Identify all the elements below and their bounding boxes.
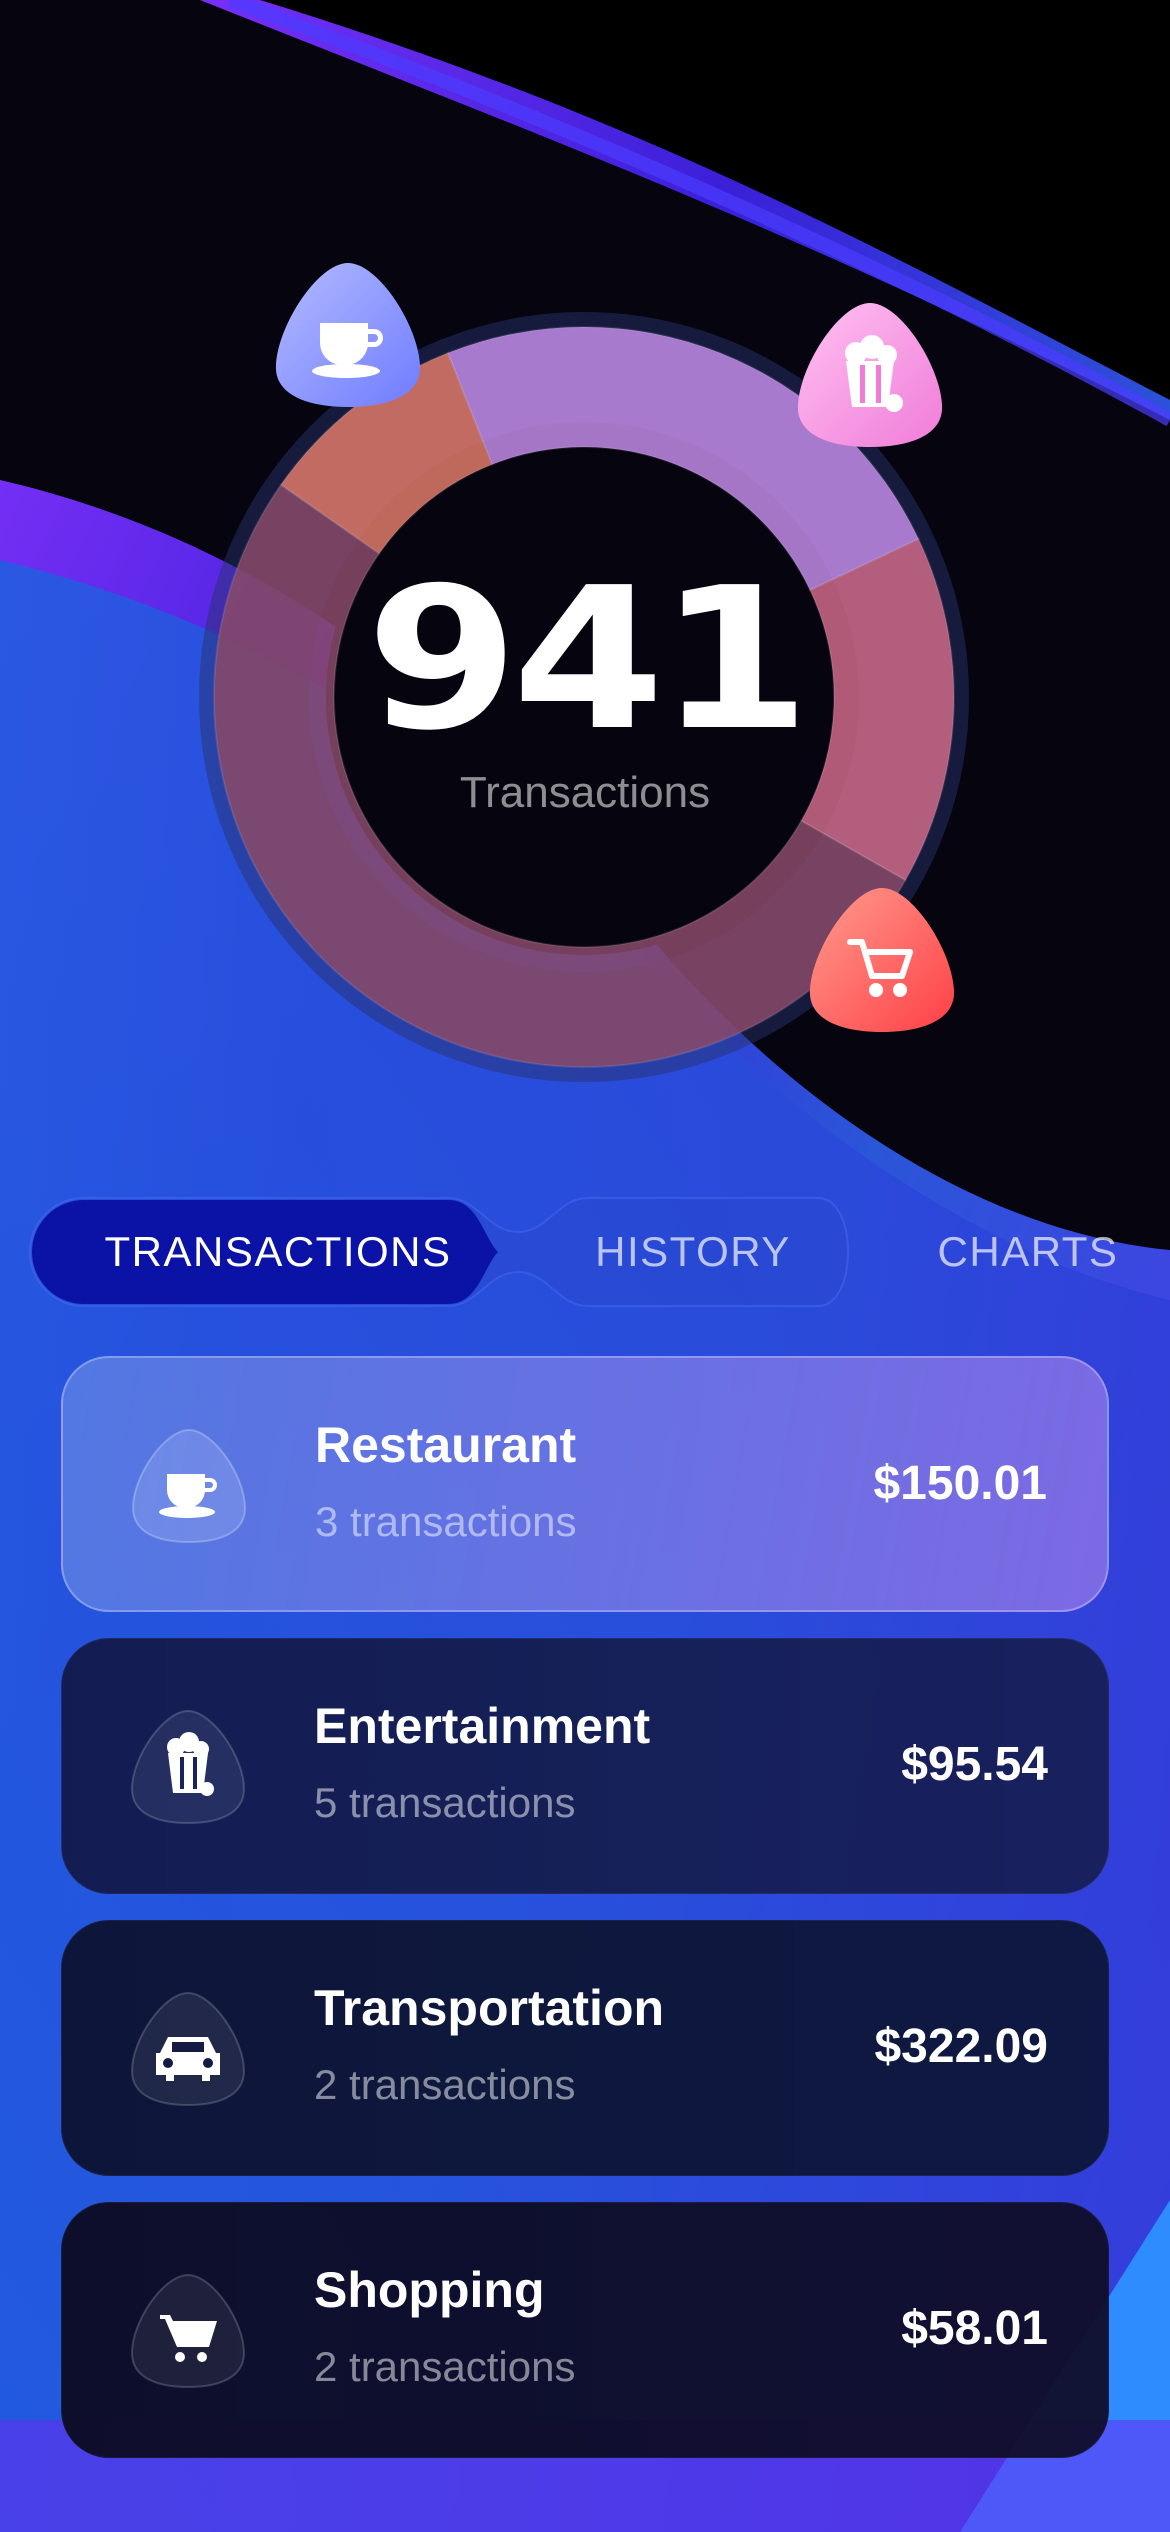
category-title: Transportation xyxy=(314,1980,665,2036)
category-card-restaurant[interactable]: Restaurant 3 transactions $150.01 xyxy=(61,1356,1109,1612)
popcorn-icon xyxy=(130,1709,246,1825)
category-amount: $322.09 xyxy=(874,2020,1048,2073)
bubble-shopping[interactable] xyxy=(802,880,962,1040)
total-transactions-caption: Transactions xyxy=(459,768,711,817)
car-icon xyxy=(130,1991,246,2107)
bubble-restaurant[interactable] xyxy=(268,255,428,415)
category-card-entertainment[interactable]: Entertainment 5 transactions $95.54 xyxy=(61,1638,1109,1894)
category-title: Restaurant xyxy=(315,1417,577,1473)
category-subtitle: 3 transactions xyxy=(315,1498,577,1545)
tab-history[interactable]: HISTORY xyxy=(518,1196,868,1308)
donut-center: 941 Transactions xyxy=(285,560,885,818)
category-amount: $95.54 xyxy=(901,1738,1048,1791)
cart-icon xyxy=(130,2273,246,2389)
category-amount: $150.01 xyxy=(873,1457,1047,1510)
total-transactions-value: 941 xyxy=(365,546,811,774)
tab-bar: TRANSACTIONS HISTORY CHARTS xyxy=(28,1196,1142,1308)
tab-transactions[interactable]: TRANSACTIONS xyxy=(48,1196,508,1308)
category-card-transportation[interactable]: Transportation 2 transactions $322.09 xyxy=(61,1920,1109,2176)
category-title: Shopping xyxy=(314,2262,545,2318)
category-subtitle: 2 transactions xyxy=(314,2061,576,2108)
category-title: Entertainment xyxy=(314,1698,651,1754)
donut-chart: 941 Transactions xyxy=(0,0,1170,1150)
bubble-entertainment[interactable] xyxy=(790,295,950,455)
tab-charts[interactable]: CHARTS xyxy=(868,1196,1170,1308)
category-subtitle: 2 transactions xyxy=(314,2343,576,2390)
category-subtitle: 5 transactions xyxy=(314,1779,576,1826)
category-card-shopping[interactable]: Shopping 2 transactions $58.01 xyxy=(61,2202,1109,2458)
category-amount: $58.01 xyxy=(901,2302,1048,2355)
coffee-cup-icon xyxy=(131,1428,247,1544)
